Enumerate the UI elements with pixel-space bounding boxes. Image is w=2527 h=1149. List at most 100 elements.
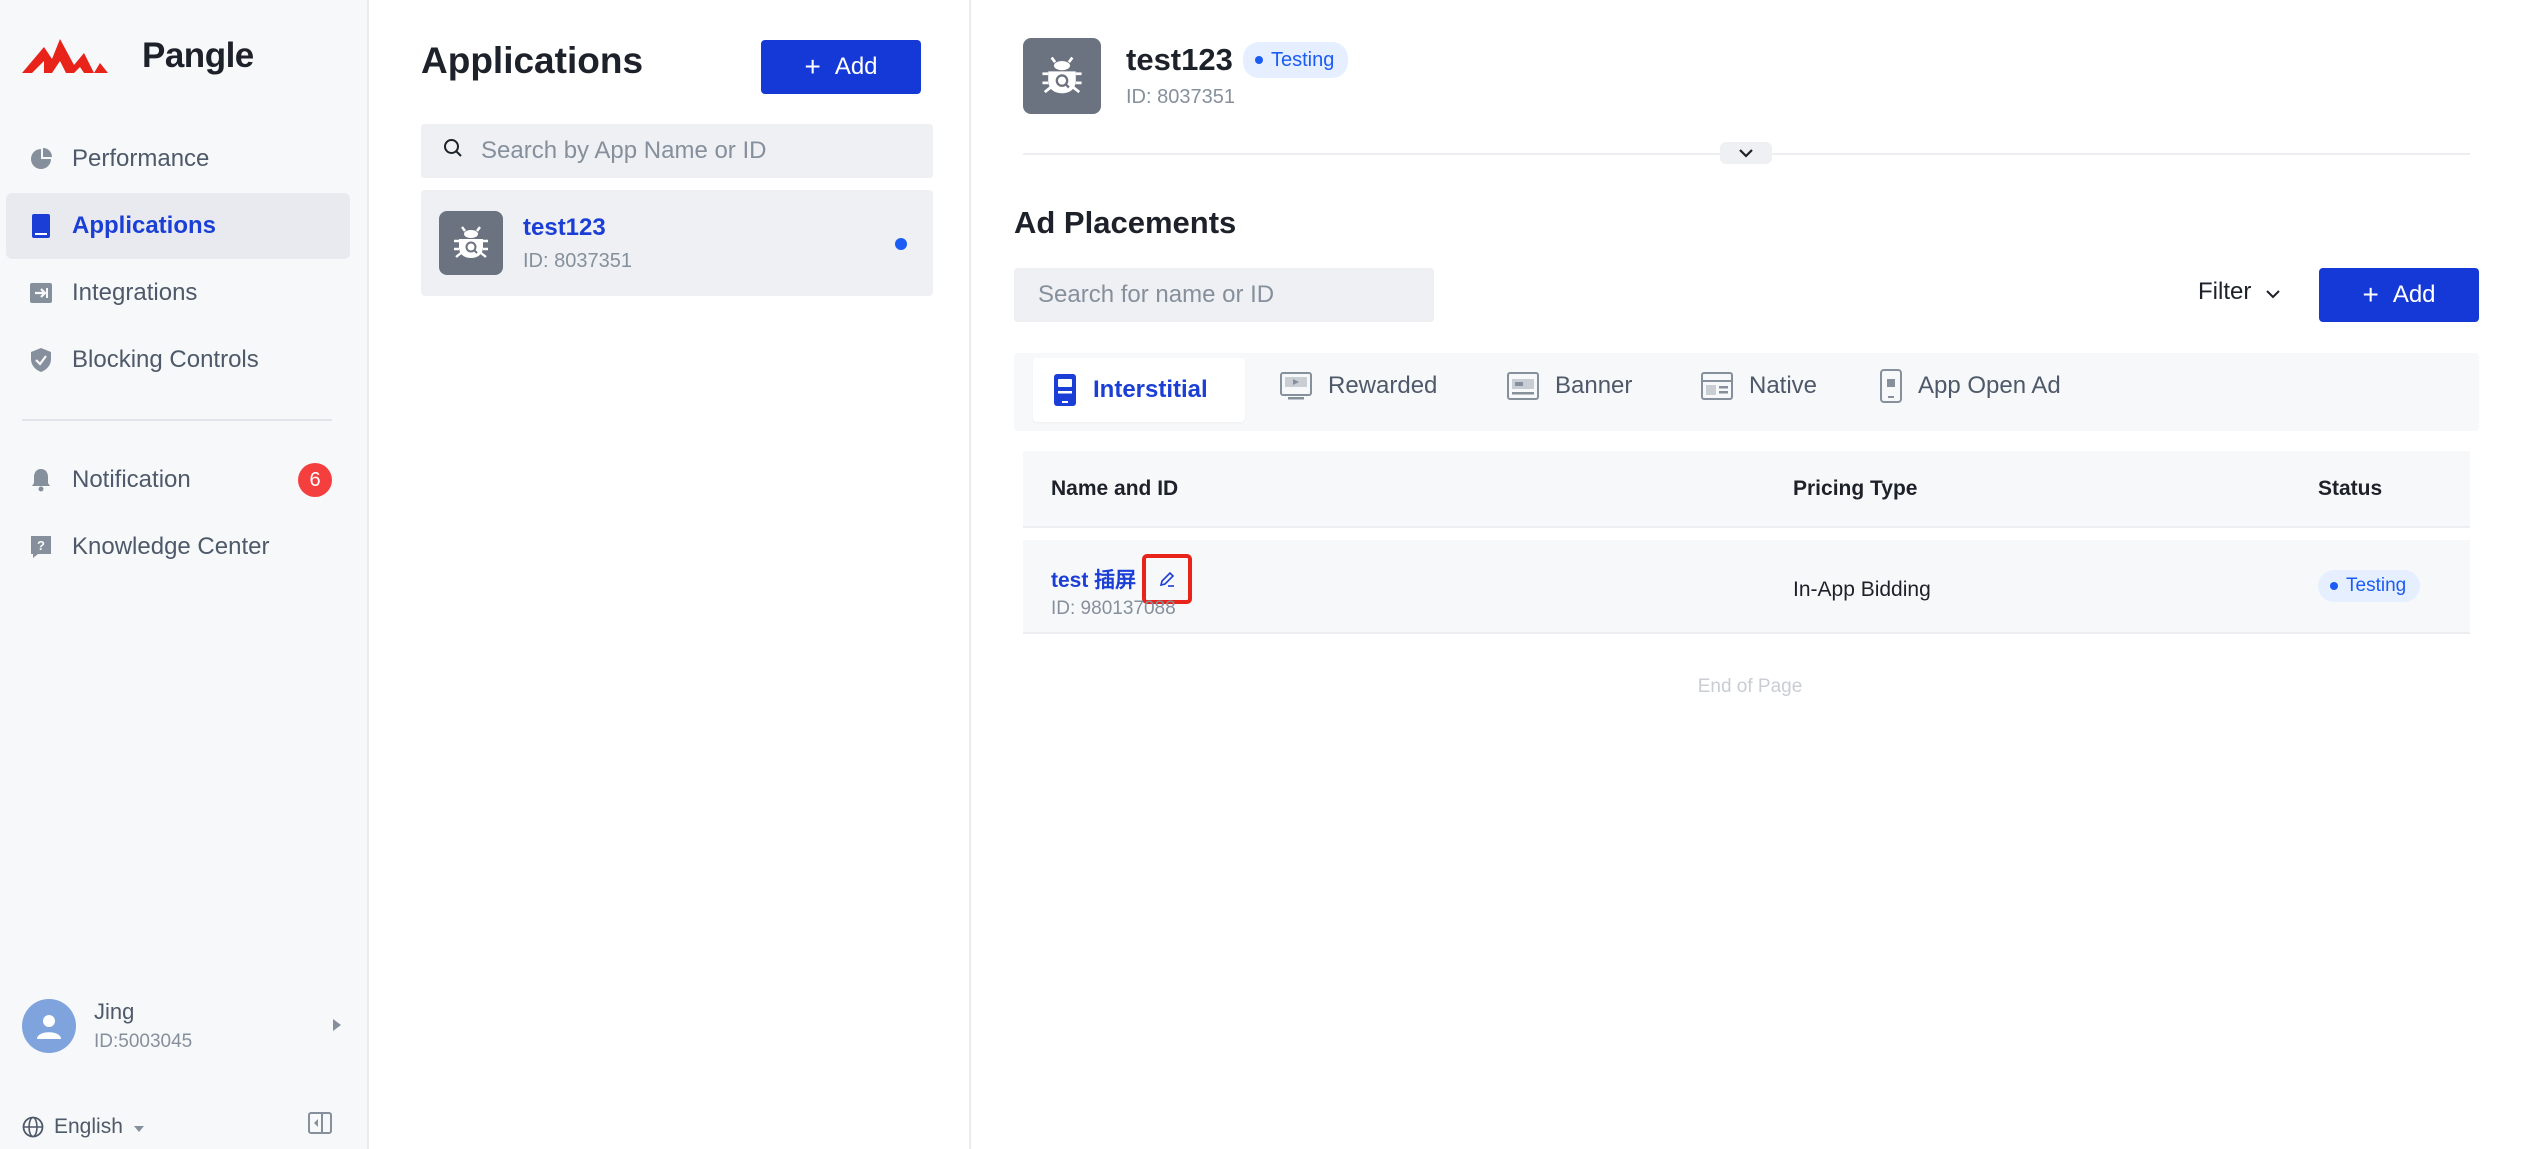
- bell-icon: [28, 467, 54, 493]
- language-label: English: [54, 1115, 123, 1138]
- add-label: Add: [2392, 281, 2436, 308]
- chevron-down-icon: [1739, 149, 1753, 158]
- avatar: [22, 999, 76, 1053]
- caret-right-icon: [332, 1018, 342, 1037]
- app-name: test123: [523, 214, 606, 241]
- placement-name-link[interactable]: test 插屏: [1051, 564, 1136, 594]
- sidebar-divider: [22, 419, 332, 421]
- plus-icon: +: [2362, 279, 2379, 310]
- filter-label: Filter: [2198, 278, 2252, 305]
- integration-icon: [28, 280, 54, 306]
- sidebar-item-label: Performance: [72, 145, 210, 172]
- page-title: Applications: [421, 40, 644, 81]
- search-placeholder: Search by App Name or ID: [481, 137, 767, 164]
- edit-name-button[interactable]: [1142, 554, 1193, 604]
- user-profile[interactable]: Jing ID:5003045: [22, 996, 342, 1056]
- status-badge: Testing: [1243, 42, 1349, 78]
- tab-rewarded[interactable]: Rewarded: [1260, 354, 1457, 418]
- column-header-name: Name and ID: [1051, 477, 1179, 500]
- sidebar-item-knowledge-center[interactable]: ? Knowledge Center: [6, 514, 350, 580]
- column-header-pricing: Pricing Type: [1793, 477, 1918, 500]
- app-list-item[interactable]: test123 ID: 8037351: [421, 190, 933, 296]
- sidebar-item-label: Integrations: [72, 279, 198, 306]
- tab-app-open-ad[interactable]: App Open Ad: [1860, 354, 2081, 418]
- banner-icon: [1507, 372, 1539, 400]
- help-book-icon: ?: [28, 534, 54, 560]
- user-icon: [37, 1015, 61, 1039]
- filter-dropdown[interactable]: Filter: [2198, 278, 2281, 306]
- user-name: Jing: [94, 999, 135, 1024]
- sidebar-item-blocking-controls[interactable]: Blocking Controls: [6, 327, 350, 393]
- search-icon: [443, 137, 463, 165]
- search-placeholder: Search for name or ID: [1038, 281, 1275, 308]
- table-header: Name and ID Pricing Type Status: [1023, 451, 2470, 528]
- user-id: ID:5003045: [94, 1031, 193, 1052]
- bug-icon: [1042, 56, 1082, 94]
- bug-icon: [454, 226, 488, 258]
- caret-down-icon: [133, 1115, 145, 1139]
- tab-banner[interactable]: Banner: [1487, 354, 1652, 418]
- tab-label: Rewarded: [1328, 372, 1438, 399]
- end-of-page-text: End of Page: [1697, 676, 1803, 697]
- status-label: Testing: [2346, 575, 2407, 596]
- brand-name: Pangle: [142, 36, 254, 75]
- add-placement-button[interactable]: + Add: [2319, 268, 2479, 322]
- app-detail-panel: test123 Testing ID: 8037351 Ad Placement…: [973, 0, 2527, 1149]
- sidebar-item-label: Knowledge Center: [72, 533, 270, 560]
- sidebar-item-applications[interactable]: Applications: [6, 193, 350, 259]
- app-phone-icon: [28, 213, 54, 239]
- selected-indicator: [895, 238, 907, 250]
- app-open-icon: [1880, 369, 1902, 403]
- expand-details-button[interactable]: [1720, 142, 1772, 164]
- applications-panel: Applications + Add Search by App Name or…: [371, 0, 971, 1149]
- globe-icon: [22, 1116, 44, 1138]
- app-detail-id: ID: 8037351: [1126, 86, 1235, 108]
- tab-label: Interstitial: [1093, 376, 1208, 403]
- sidebar-item-performance[interactable]: Performance: [6, 126, 350, 192]
- app-icon: [439, 211, 503, 275]
- sidebar-item-integrations[interactable]: Integrations: [6, 260, 350, 326]
- sidebar: Pangle Performance Applications Integrat…: [0, 0, 369, 1149]
- app-icon: [1023, 38, 1101, 114]
- sidebar-item-label: Applications: [72, 212, 217, 239]
- chevron-down-icon: [2265, 278, 2281, 306]
- rewarded-icon: [1280, 372, 1312, 400]
- status-badge: Testing: [2318, 570, 2421, 602]
- placement-search-input[interactable]: Search for name or ID: [1014, 268, 1434, 322]
- pricing-type: In-App Bidding: [1793, 578, 1931, 601]
- collapse-sidebar-icon[interactable]: [308, 1112, 332, 1139]
- placement-type-tabs: Interstitial Rewarded Banner Native App …: [1014, 353, 2479, 431]
- tab-label: App Open Ad: [1918, 372, 2061, 399]
- add-label: Add: [834, 53, 878, 80]
- section-title: Ad Placements: [1014, 205, 1237, 240]
- status-label: Testing: [1271, 48, 1335, 71]
- pencil-icon: [1160, 571, 1175, 587]
- language-selector[interactable]: English: [22, 1115, 145, 1139]
- column-header-status: Status: [2318, 477, 2383, 500]
- pangle-logo[interactable]: Pangle: [22, 36, 254, 76]
- tab-label: Banner: [1555, 372, 1633, 399]
- placement-id: ID: 980137088: [1051, 598, 1176, 619]
- placements-table: Name and ID Pricing Type Status test 插屏 …: [1023, 451, 2470, 634]
- sidebar-item-notification[interactable]: Notification 6: [6, 447, 350, 513]
- svg-text:?: ?: [37, 538, 45, 553]
- native-icon: [1701, 372, 1733, 400]
- plus-icon: +: [804, 51, 821, 82]
- sidebar-item-label: Blocking Controls: [72, 346, 259, 373]
- add-application-button[interactable]: + Add: [761, 40, 921, 94]
- pie-chart-icon: [28, 146, 54, 172]
- shield-icon: [28, 347, 54, 373]
- app-search-input[interactable]: Search by App Name or ID: [421, 124, 933, 178]
- sidebar-item-label: Notification: [72, 466, 191, 493]
- tab-native[interactable]: Native: [1681, 354, 1837, 418]
- status-dot: [1255, 56, 1263, 64]
- tab-interstitial[interactable]: Interstitial: [1033, 358, 1245, 422]
- table-row[interactable]: test 插屏 ID: 980137088 In-App Bidding Tes…: [1023, 540, 2470, 634]
- app-id: ID: 8037351: [523, 250, 632, 272]
- pangle-logo-icon: [22, 39, 108, 73]
- status-dot: [2330, 582, 2338, 590]
- app-detail-name: test123: [1126, 42, 1233, 77]
- notification-count-badge: 6: [298, 463, 332, 497]
- interstitial-icon: [1053, 373, 1077, 407]
- tab-label: Native: [1749, 372, 1818, 399]
